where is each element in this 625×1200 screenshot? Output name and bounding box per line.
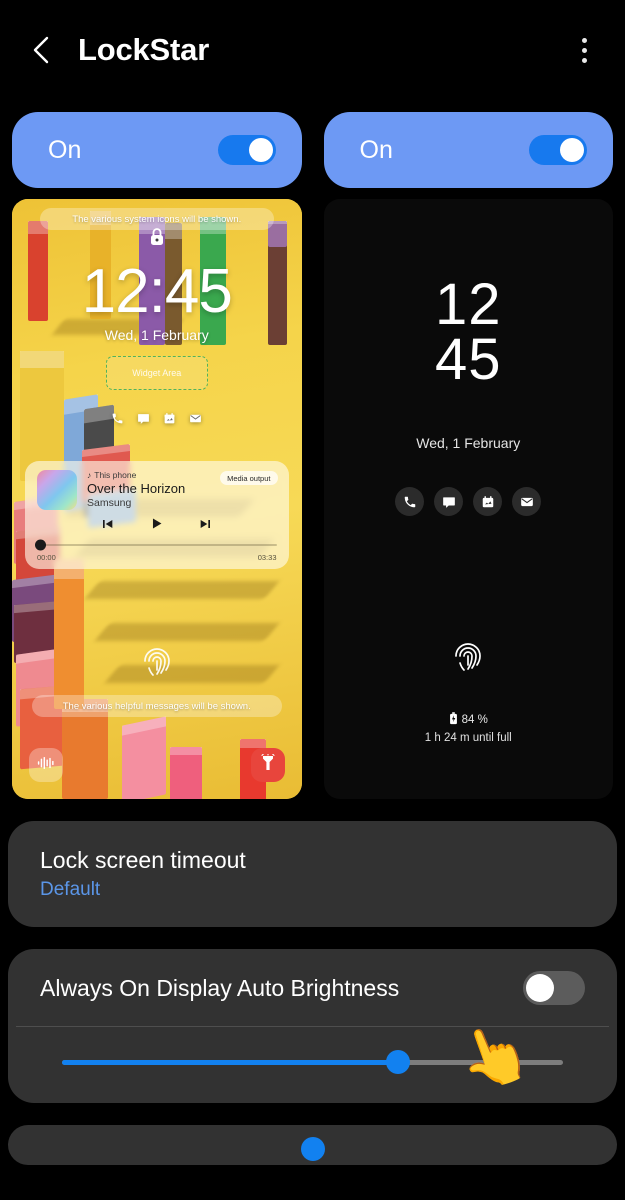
phone-icon (111, 412, 124, 430)
lock-screen-timeout-value[interactable]: Default (40, 879, 585, 901)
lock-screen-toggle-switch[interactable] (217, 135, 276, 165)
lock-screen-clock: 12:45 (81, 257, 233, 326)
mail-icon (512, 487, 542, 516)
play-icon[interactable] (148, 515, 165, 537)
media-artist: Samsung (87, 497, 132, 510)
message-icon (137, 412, 150, 430)
fingerprint-icon (452, 639, 484, 678)
next-setting-card-partial[interactable] (8, 1125, 617, 1165)
media-elapsed: 00:00 (37, 553, 56, 562)
aod-icons-row (324, 487, 614, 516)
page-title: LockStar (78, 32, 210, 67)
aod-date: Wed, 1 February (416, 435, 521, 451)
aod-toggle-label: On (359, 135, 393, 164)
flashlight-icon (260, 753, 276, 777)
message-icon (434, 487, 464, 516)
battery-percent: 84 % (461, 714, 488, 726)
aod-auto-brightness-toggle[interactable] (523, 971, 585, 1005)
skip-previous-icon[interactable] (99, 516, 115, 537)
media-progress-knob[interactable] (35, 539, 46, 551)
media-progress-bar[interactable] (35, 539, 277, 551)
lock-screen-timeout-title: Lock screen timeout (40, 847, 246, 873)
slider-fill (62, 1059, 398, 1065)
settings-list: Lock screen timeout Default Always On Di… (0, 821, 625, 1165)
battery-charging-icon (449, 712, 458, 728)
toggle-knob (248, 138, 273, 162)
overflow-menu-icon (581, 47, 587, 53)
flashlight-shortcut[interactable] (250, 748, 285, 782)
media-duration: 03:33 (257, 553, 277, 562)
previews-row: The various system icons will be shown. … (0, 199, 625, 799)
lock-screen-date: Wed, 1 February (104, 327, 209, 343)
toggle-knob (560, 138, 584, 162)
toggle-knob (526, 974, 554, 1002)
app-header: LockStar (0, 0, 625, 100)
battery-until-full: 1 h 24 m until full (424, 732, 512, 744)
phone-icon (395, 487, 425, 516)
aod-toggle-switch[interactable] (529, 135, 587, 165)
aod-clock-minute: 45 (434, 327, 502, 393)
helpful-messages-banner: The various helpful messages will be sho… (32, 695, 282, 717)
lock-icon (148, 227, 165, 252)
chevron-left-icon (29, 35, 53, 65)
always-on-display-preview[interactable]: 12 45 Wed, 1 February 84 % 1 h 24 m unti… (323, 199, 614, 799)
voice-recorder-shortcut[interactable] (29, 748, 63, 782)
notification-icons-row (12, 412, 302, 430)
slider-knob[interactable] (300, 1137, 325, 1161)
overflow-menu-icon (581, 37, 587, 43)
overflow-menu-icon (581, 57, 587, 63)
mail-icon (189, 412, 202, 430)
lock-screen-timeout-setting[interactable]: Lock screen timeout Default (8, 821, 617, 927)
skip-next-icon[interactable] (198, 516, 214, 537)
aod-auto-brightness-title: Always On Display Auto Brightness (40, 974, 400, 1001)
media-controls (37, 515, 277, 537)
aod-battery-status: 84 % 1 h 24 m until full (324, 712, 614, 744)
music-note-icon: ♪ (87, 470, 92, 480)
slider-track[interactable] (62, 1050, 563, 1074)
media-output-button[interactable]: Media output (220, 471, 278, 485)
media-times: 00:00 03:33 (37, 553, 277, 562)
toggle-cards-row: On On (0, 112, 625, 188)
widget-area-placeholder[interactable]: Widget Area (105, 356, 208, 390)
fingerprint-icon (141, 644, 173, 683)
aod-clock: 12 45 (324, 276, 614, 393)
back-button[interactable] (26, 35, 56, 65)
calendar-icon (163, 412, 176, 430)
media-source-label: This phone (94, 470, 137, 480)
lock-screen-preview[interactable]: The various system icons will be shown. … (12, 199, 302, 799)
aod-toggle-card[interactable]: On (323, 112, 613, 188)
media-player-widget[interactable]: ♪ This phone Over the Horizon Samsung Me… (25, 461, 289, 569)
calendar-icon (473, 487, 503, 516)
divider (16, 1026, 609, 1027)
lock-screen-toggle-label: On (48, 135, 82, 164)
voice-recorder-icon (37, 756, 56, 775)
slider-knob[interactable] (385, 1050, 410, 1074)
album-art (37, 470, 77, 510)
aod-auto-brightness-setting[interactable]: Always On Display Auto Brightness (8, 949, 617, 1103)
aod-brightness-slider[interactable] (40, 1049, 585, 1075)
overflow-menu-button[interactable] (567, 33, 601, 67)
lock-screen-toggle-card[interactable]: On (12, 112, 302, 188)
widget-area-label: Widget Area (132, 368, 182, 378)
